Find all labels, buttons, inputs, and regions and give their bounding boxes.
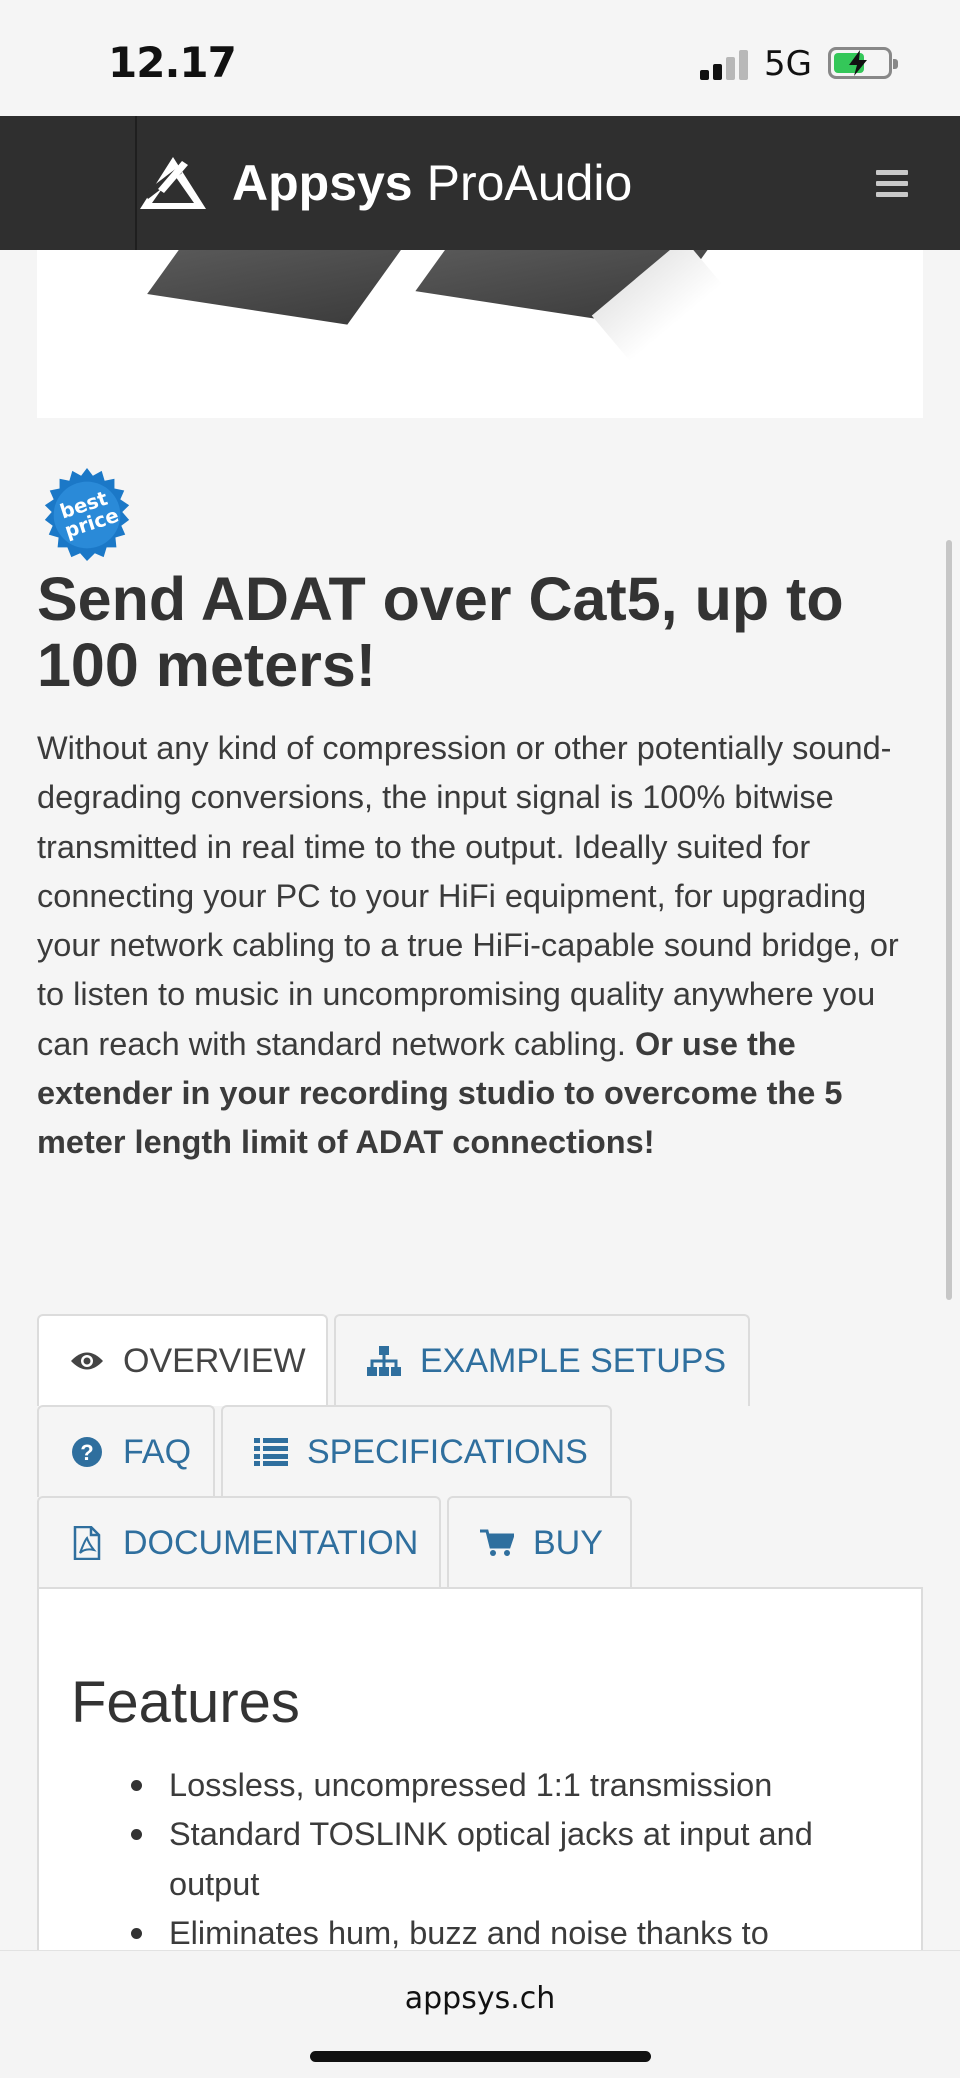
tab-label: FAQ [123, 1432, 192, 1471]
battery-charging-icon [828, 47, 898, 79]
question-circle-icon: ? [69, 1434, 105, 1470]
cart-icon [479, 1525, 515, 1561]
brand-name: Appsys [232, 155, 413, 211]
tab-label: EXAMPLE SETUPS [420, 1341, 727, 1380]
product-image [37, 250, 923, 418]
browser-address-bar: appsys.ch [0, 1950, 960, 2078]
tab-label: SPECIFICATIONS [307, 1432, 588, 1471]
tab-documentation[interactable]: DOCUMENTATION [37, 1496, 441, 1588]
page-scrollbar[interactable] [946, 540, 952, 1300]
site-header: Appsys ProAudio [0, 116, 960, 250]
tab-specifications[interactable]: SPECIFICATIONS [221, 1405, 612, 1497]
network-type: 5G [764, 44, 812, 84]
svg-text:?: ? [80, 1440, 93, 1465]
intro-text: Without any kind of compression or other… [37, 730, 899, 1062]
tab-buy[interactable]: BUY [447, 1496, 632, 1588]
status-bar: 12.17 5G [0, 0, 960, 116]
list-item: Standard TOSLINK optical jacks at input … [131, 1810, 909, 1909]
tab-label: DOCUMENTATION [123, 1523, 419, 1562]
cellular-signal-icon [700, 48, 752, 80]
menu-icon[interactable] [876, 170, 908, 198]
status-time: 12.17 [108, 38, 237, 87]
tab-label: OVERVIEW [123, 1341, 306, 1380]
site-logo[interactable]: Appsys ProAudio [138, 146, 632, 220]
page-title: Send ADAT over Cat5, up to 100 meters! [37, 565, 844, 699]
best-price-badge: best price [44, 467, 130, 562]
eye-icon [69, 1343, 105, 1379]
features-heading: Features [71, 1670, 300, 1735]
brand-suffix: ProAudio [426, 155, 633, 211]
tab-faq[interactable]: ? FAQ [37, 1405, 215, 1497]
sitemap-icon [366, 1343, 402, 1379]
url-text[interactable]: appsys.ch [0, 1981, 960, 2016]
appsys-logo-icon [140, 157, 206, 209]
pdf-file-icon [69, 1525, 105, 1561]
tab-example-setups[interactable]: EXAMPLE SETUPS [334, 1314, 750, 1406]
nav-divider [135, 116, 137, 250]
intro-paragraph: Without any kind of compression or other… [37, 724, 927, 1168]
tab-panel-overview: Features Lossless, uncompressed 1:1 tran… [37, 1587, 923, 2007]
list-icon [253, 1434, 289, 1470]
home-indicator[interactable] [310, 2051, 651, 2062]
tab-label: BUY [533, 1523, 603, 1562]
features-list: Lossless, uncompressed 1:1 transmission … [131, 1761, 909, 1958]
tab-overview[interactable]: OVERVIEW [37, 1314, 328, 1406]
list-item: Lossless, uncompressed 1:1 transmission [131, 1761, 909, 1810]
